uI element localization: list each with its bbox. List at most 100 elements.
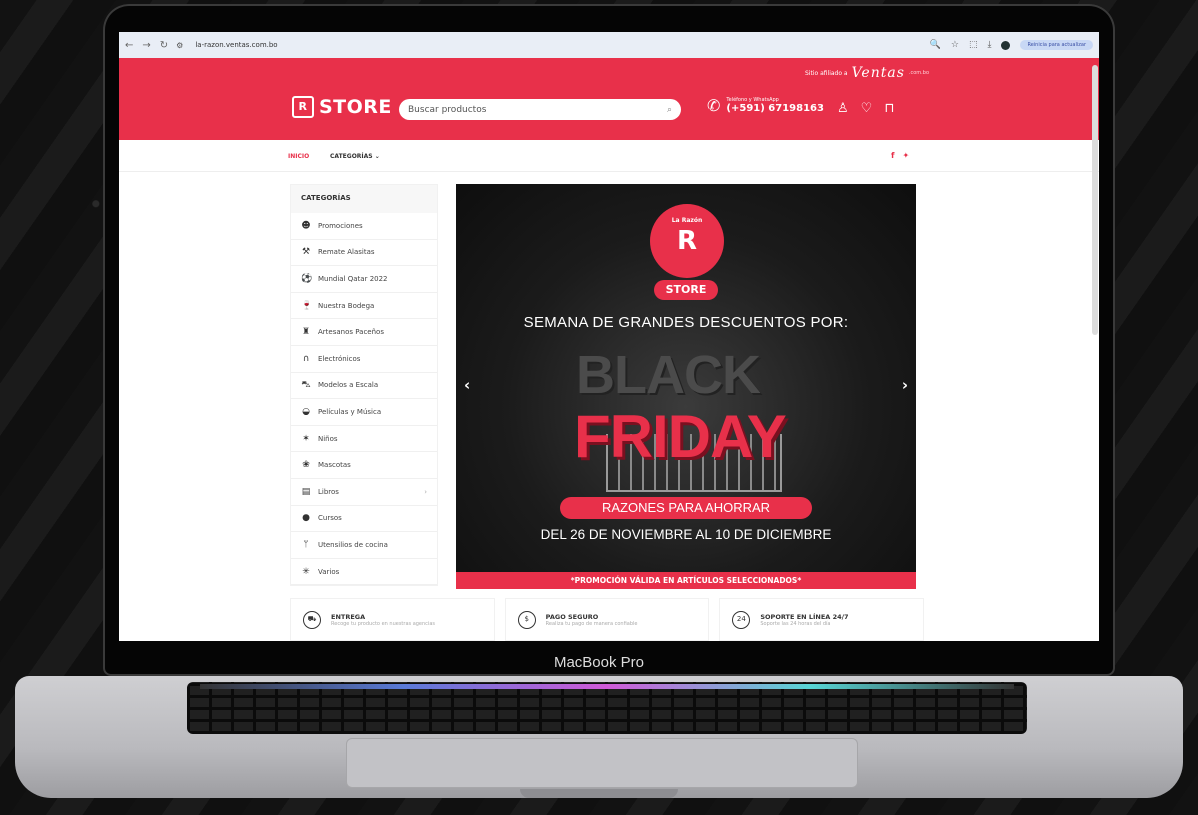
sidebar-item-label: Nuestra Bodega [318, 301, 375, 310]
browser-screen: ← → ↻ ⚙ la-razon.ventas.com.bo 🔍 ☆ ⬚ ⤓ R… [119, 32, 1099, 641]
twitter-icon[interactable]: ✦ [902, 151, 909, 160]
sidebar-item-label: Libros [318, 487, 339, 496]
facebook-icon[interactable]: f [891, 151, 894, 160]
sidebar-item-electronicos[interactable]: ∩ Electrónicos [291, 346, 437, 373]
sidebar-title: CATEGORÍAS [291, 185, 437, 213]
sidebar-item-libros[interactable]: ▤ Libros › [291, 479, 437, 506]
logo-text: STORE [319, 96, 392, 118]
star-icon[interactable]: ☆ [951, 40, 959, 50]
sidebar-item-ninos[interactable]: ✶ Niños [291, 426, 437, 453]
sidebar-item-modelos[interactable]: ⛍ Modelos a Escala [291, 373, 437, 400]
sidebar-item-promociones[interactable]: ☻ Promociones [291, 213, 437, 240]
sidebar-item-mascotas[interactable]: ❀ Mascotas [291, 452, 437, 479]
disc-icon: ◒ [302, 406, 310, 417]
forward-icon[interactable]: → [142, 40, 150, 51]
hammer-icon: ⚒ [301, 247, 311, 258]
chevron-right-icon: › [424, 487, 427, 496]
store-logo[interactable]: R STORE [292, 96, 392, 118]
feature-subtitle: Realiza tu pago de manera confiable [545, 620, 638, 627]
sidebar-item-label: Cursos [318, 514, 342, 523]
update-button[interactable]: Reinicia para actualizar [1020, 40, 1093, 50]
sidebar-item-cursos[interactable]: ● Cursos [291, 506, 437, 533]
category-sidebar: CATEGORÍAS ☻ Promociones ⚒ Remate Alasitas… [290, 184, 438, 587]
sidebar-item-bodega[interactable]: 🍷 Nuestra Bodega [291, 293, 437, 320]
phone-number: (+591) 67198163 [726, 103, 824, 114]
sidebar-item-label: Modelos a Escala [318, 381, 379, 390]
badge-caption: La Razón [671, 217, 703, 224]
feature-subtitle: Recoge tu producto en nuestras agencias [331, 620, 435, 627]
back-icon[interactable]: ← [125, 40, 133, 51]
zoom-icon[interactable]: 🔍 [930, 40, 941, 50]
reload-icon[interactable]: ↻ [160, 40, 168, 51]
badge-letter: R [676, 226, 698, 256]
paw-icon: ❀ [302, 460, 310, 471]
cart-logo-icon: R [292, 96, 314, 118]
feature-subtitle: Soporte las 24 horas del día [760, 620, 831, 627]
banner-headline: SEMANA DE GRANDES DESCUENTOS POR: [523, 314, 849, 331]
figure-icon: ♜ [301, 327, 311, 338]
sidebar-item-label: Utensilios de cocina [318, 540, 388, 549]
phone-contact[interactable]: ✆ Teléfono y WhatsApp (+591) 67198163 [707, 96, 824, 115]
feature-title: PAGO SEGURO [545, 612, 599, 621]
sidebar-item-peliculas[interactable]: ◒ Películas y Música [291, 399, 437, 426]
banner-promo-note: *PROMOCIÓN VÁLIDA EN ARTÍCULOS SELECCION… [456, 572, 916, 589]
sidebar-item-artesanos[interactable]: ♜ Artesanos Paceños [291, 319, 437, 346]
nav-categorias[interactable]: CATEGORÍAS ⌄ [330, 153, 380, 160]
device-label: MacBook Pro [553, 654, 645, 671]
sidebar-item-label: Electrónicos [318, 354, 361, 363]
ventas-domain: .com.bo [908, 70, 929, 76]
ventas-logo: Ventas [851, 65, 905, 81]
sidebar-item-label: Mundial Qatar 2022 [318, 274, 388, 283]
sidebar-item-mundial[interactable]: ⚽ Mundial Qatar 2022 [291, 266, 437, 293]
sidebar-item-label: Remate Alasitas [318, 248, 375, 257]
sidebar-item-label: Niños [318, 434, 338, 443]
heart-icon[interactable]: ♡ [861, 101, 873, 116]
carousel-next-icon[interactable]: › [902, 376, 908, 394]
hero-banner[interactable]: La Razón R STORE SEMANA DE GRANDES DESCU… [456, 184, 916, 589]
banner-black: BLACK [576, 345, 761, 405]
carousel-prev-icon[interactable]: ‹ [464, 376, 470, 394]
site-info-icon[interactable]: ⚙ [176, 41, 183, 50]
bag-icon[interactable]: ⊓ [884, 101, 894, 116]
scrollbar[interactable] [1092, 65, 1098, 335]
feature-soporte: 24 SOPORTE EN LÍNEA 24/7 Soporte las 24 … [719, 598, 925, 641]
banner-razones: RAZONES PARA AHORRAR [560, 497, 812, 519]
car-icon: ⛍ [301, 379, 311, 390]
sidebar-item-label: Artesanos Paceños [318, 328, 384, 337]
search-placeholder: Buscar productos [408, 104, 487, 115]
site-header: Sitio afiliado a Ventas .com.bo R STORE … [119, 58, 1099, 140]
user-icon[interactable]: ♙ [837, 101, 849, 116]
sidebar-item-label: Mascotas [318, 461, 351, 470]
nav-inicio[interactable]: INICIO [288, 153, 309, 160]
feature-entrega: ⛟ ENTREGA Recoge tu producto en nuestras… [290, 598, 495, 641]
laptop-lip [520, 789, 678, 798]
sidebar-item-label: Varios [318, 567, 340, 576]
headphones-icon: ∩ [302, 353, 310, 364]
affiliate-label: Sitio afiliado a [805, 69, 848, 77]
main-nav: INICIO CATEGORÍAS ⌄ f ✦ [119, 140, 1099, 172]
address-bar[interactable]: la-razon.ventas.com.bo [195, 41, 277, 49]
downloads-icon[interactable]: ⤓ [987, 40, 991, 50]
touch-bar [200, 684, 1014, 689]
wine-icon: 🍷 [301, 300, 313, 311]
search-input[interactable]: Buscar productos ⌕ [399, 99, 681, 120]
feature-pago: $ PAGO SEGURO Realiza tu pago de manera … [504, 598, 710, 641]
affiliate-brand[interactable]: Sitio afiliado a Ventas .com.bo [805, 65, 929, 81]
soccer-ball-icon: ⚽ [301, 273, 313, 284]
users-icon: ☻ [301, 220, 311, 231]
cutlery-icon: ᛘ [303, 539, 309, 550]
sidebar-item-remate-alasitas[interactable]: ⚒ Remate Alasitas [291, 240, 437, 267]
sidebar-item-utensilios[interactable]: ᛘ Utensilios de cocina [291, 532, 437, 559]
extensions-icon[interactable]: ⬚ [969, 40, 978, 50]
features-row: ⛟ ENTREGA Recoge tu producto en nuestras… [290, 598, 925, 641]
feature-title: ENTREGA [331, 612, 366, 621]
sidebar-item-label: Promociones [318, 221, 363, 230]
store-badge: La Razón R [650, 204, 724, 278]
sidebar-item-varios[interactable]: ✳ Varios [291, 559, 437, 586]
trackpad [346, 738, 858, 788]
dollar-icon: $ [517, 610, 536, 629]
profile-avatar[interactable] [1001, 40, 1011, 50]
search-icon[interactable]: ⌕ [667, 105, 672, 115]
child-icon: ✶ [302, 433, 310, 444]
course-icon: ● [302, 513, 310, 524]
